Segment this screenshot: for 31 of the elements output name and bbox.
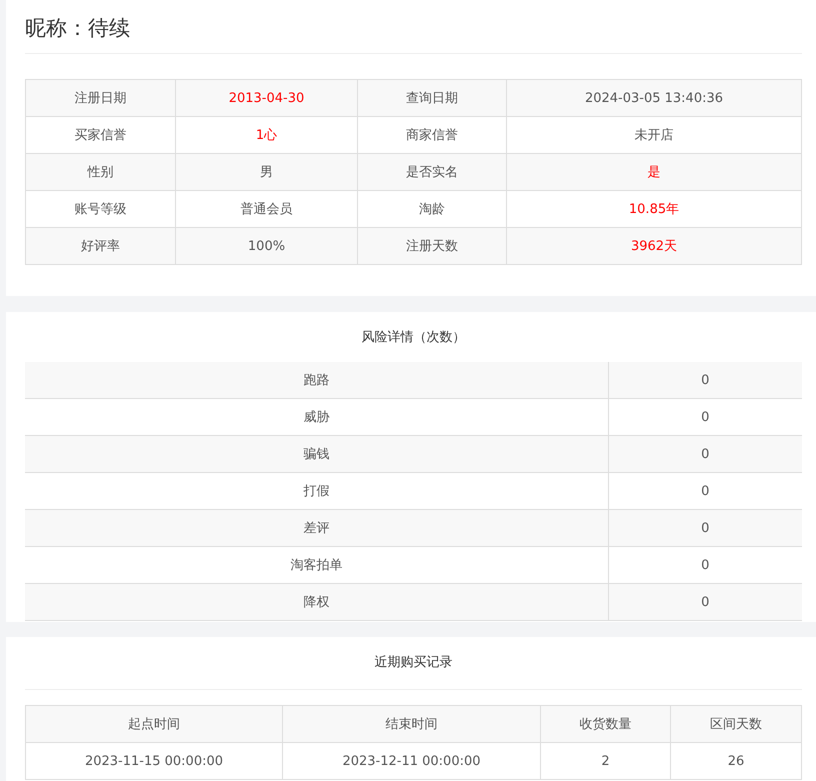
- section-title: 风险详情（次数）: [360, 329, 466, 347]
- table-cell: 是: [506, 154, 802, 190]
- table-cell: 好评率: [26, 228, 176, 264]
- table-cell: 0: [608, 510, 802, 546]
- table-cell: 0: [608, 362, 802, 398]
- table-cell: 注册日期: [26, 80, 176, 116]
- table-cell: 100%: [176, 228, 358, 264]
- nickname-title: 昵称：待续: [25, 15, 131, 42]
- table-cell: 跑路: [25, 362, 608, 398]
- column-header: 结束时间: [282, 706, 540, 742]
- column-header: 收货数量: [540, 706, 670, 742]
- section-title: 近期购买记录: [25, 637, 802, 690]
- table-cell: 是否实名: [358, 154, 506, 190]
- table-cell: 骗钱: [25, 436, 608, 472]
- table-cell: 降权: [25, 584, 608, 620]
- column-header: 区间天数: [670, 706, 802, 742]
- table-cell: 2013-04-30: [176, 80, 358, 116]
- table-cell: 0: [608, 584, 802, 620]
- table-cell: 查询日期: [358, 80, 506, 116]
- table-cell: 3962天: [506, 228, 802, 264]
- table-cell: 2: [540, 742, 670, 780]
- table-cell: 2023-11-15 00:00:00: [26, 742, 282, 780]
- table-cell: 男: [176, 154, 358, 190]
- column-header: 起点时间: [26, 706, 282, 742]
- table-cell: 2023-12-11 00:00:00: [282, 742, 540, 780]
- table-cell: 性别: [26, 154, 176, 190]
- table-cell: 2024-03-05 13:40:36: [506, 80, 802, 116]
- table-cell: 26: [670, 742, 802, 780]
- table-cell: 注册天数: [358, 228, 506, 264]
- table-cell: 0: [608, 436, 802, 472]
- table-cell: 差评: [25, 510, 608, 546]
